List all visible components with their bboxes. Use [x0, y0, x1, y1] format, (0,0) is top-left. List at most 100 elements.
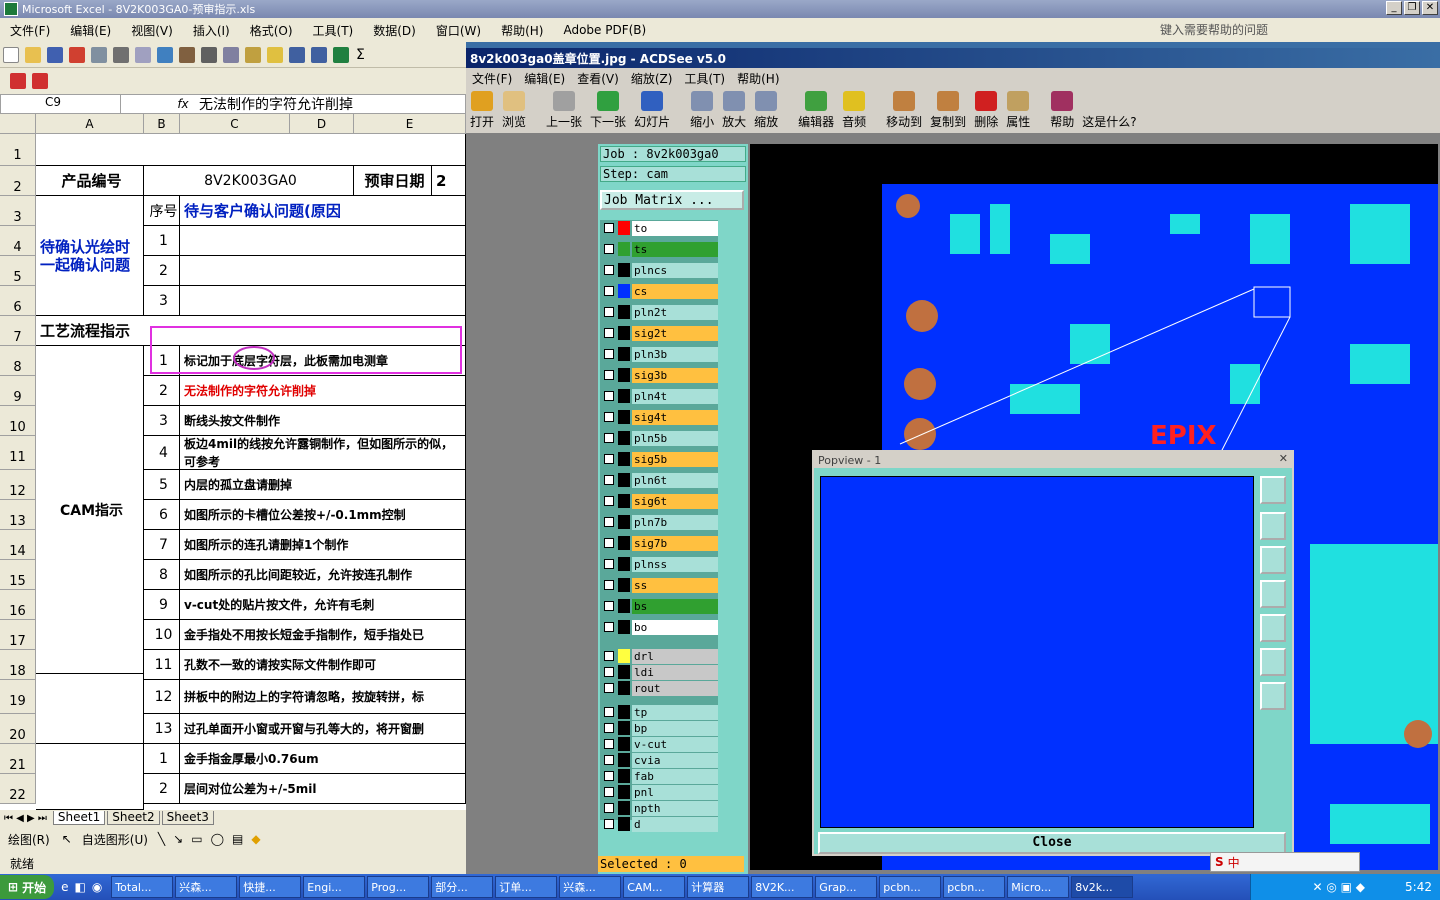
pan-up-icon[interactable] — [1260, 512, 1286, 540]
layer-row[interactable]: pnl — [600, 784, 718, 800]
layer-name[interactable]: d — [632, 816, 718, 832]
layer-name[interactable]: v-cut — [632, 736, 718, 752]
new-icon[interactable] — [3, 46, 19, 63]
formula-input[interactable]: 无法制作的字符允许削掉 — [193, 94, 353, 114]
layer-row[interactable]: sig7b — [600, 535, 718, 551]
layer-name[interactable]: npth — [632, 800, 718, 816]
ime-toolbar[interactable]: S 中 — [1210, 852, 1360, 872]
layer-checkbox[interactable] — [604, 803, 614, 813]
menu-file[interactable]: 文件(F) — [0, 22, 60, 39]
taskbar-item[interactable]: 8v2k... — [1071, 876, 1134, 898]
layer-checkbox[interactable] — [604, 707, 614, 717]
draw-menu-button[interactable]: 绘图(R) — [0, 831, 58, 848]
quicklaunch-media-icon[interactable]: ◉ — [89, 880, 105, 894]
layer-name[interactable]: pln2t — [632, 304, 718, 320]
menu-insert[interactable]: 插入(I) — [183, 22, 240, 39]
layer-name[interactable]: cs — [632, 283, 718, 299]
save-icon[interactable] — [47, 46, 63, 63]
menu-edit[interactable]: 编辑(E) — [60, 22, 121, 39]
zoom-out-icon[interactable] — [1260, 648, 1286, 676]
layer-checkbox[interactable] — [604, 787, 614, 797]
select-pointer-icon[interactable]: ↖ — [58, 832, 76, 846]
zoom-in-icon[interactable] — [1260, 682, 1286, 710]
textbox-icon[interactable]: ▤ — [228, 832, 247, 846]
layer-checkbox[interactable] — [604, 601, 614, 611]
layer-row[interactable]: sig2t — [600, 325, 718, 341]
spelling-icon[interactable] — [157, 46, 173, 63]
taskbar-item[interactable]: Prog... — [367, 876, 430, 898]
layer-row[interactable]: fab — [600, 768, 718, 784]
toolbar-button-0[interactable]: 打开 — [470, 91, 494, 130]
layer-name[interactable]: sig4t — [632, 409, 718, 425]
tray-icons[interactable]: ✕ ◎ ▣ ◆ — [1313, 880, 1366, 894]
toolbar-button-7[interactable]: 缩放 — [754, 91, 778, 130]
layer-name[interactable]: bo — [632, 619, 718, 635]
layer-name[interactable]: plnss — [632, 556, 718, 572]
popview-close-icon[interactable]: ✕ — [1279, 452, 1288, 465]
layer-name[interactable]: rout — [632, 680, 718, 696]
toolbar-button-4[interactable]: 幻灯片 — [634, 91, 670, 130]
taskbar-item[interactable]: pcbn... — [879, 876, 942, 898]
menu-data[interactable]: 数据(D) — [363, 22, 426, 39]
menu-adobe-pdf[interactable]: Adobe PDF(B) — [553, 23, 656, 37]
format-painter-icon[interactable] — [267, 46, 283, 63]
ac-menu-view[interactable]: 查看(V) — [571, 70, 625, 87]
layer-row[interactable]: pln4t — [600, 388, 718, 404]
tab-sheet3[interactable]: Sheet3 — [161, 811, 214, 825]
layer-name[interactable]: sig3b — [632, 367, 718, 383]
layer-name[interactable]: plncs — [632, 262, 718, 278]
layer-checkbox[interactable] — [604, 433, 614, 443]
ac-menu-tools[interactable]: 工具(T) — [678, 70, 731, 87]
pan-right-icon[interactable] — [1260, 614, 1286, 642]
layer-name[interactable]: ts — [632, 241, 718, 257]
layer-name[interactable]: tp — [632, 704, 718, 720]
layer-checkbox[interactable] — [604, 244, 614, 254]
layer-checkbox[interactable] — [604, 538, 614, 548]
layer-row[interactable]: cs — [600, 283, 718, 299]
layer-checkbox[interactable] — [604, 412, 614, 422]
layer-checkbox[interactable] — [604, 819, 614, 829]
layer-row[interactable]: to — [600, 220, 718, 236]
undo-icon[interactable] — [289, 46, 305, 63]
menu-view[interactable]: 视图(V) — [121, 22, 183, 39]
layer-checkbox[interactable] — [604, 739, 614, 749]
layer-row[interactable]: ldi — [600, 664, 718, 680]
layer-checkbox[interactable] — [604, 771, 614, 781]
taskbar-item[interactable]: Micro... — [1007, 876, 1070, 898]
toolbar-button-9[interactable]: 音频 — [842, 91, 866, 130]
layer-checkbox[interactable] — [604, 580, 614, 590]
layer-checkbox[interactable] — [604, 651, 614, 661]
layer-row[interactable]: sig6t — [600, 493, 718, 509]
layer-row[interactable]: npth — [600, 800, 718, 816]
minimize-button[interactable]: _ — [1386, 1, 1402, 15]
worksheet-grid[interactable]: A B C D E 1 2 3 4 5 6 7 8 9 10 11 12 13 14 15 16 17 18 19 2… — [0, 114, 466, 810]
layer-name[interactable]: pln5b — [632, 430, 718, 446]
ac-menu-edit[interactable]: 编辑(E) — [518, 70, 571, 87]
redo-icon[interactable] — [311, 46, 327, 63]
layer-name[interactable]: sig7b — [632, 535, 718, 551]
layer-checkbox[interactable] — [604, 349, 614, 359]
pan-left-icon[interactable] — [1260, 580, 1286, 608]
taskbar-item[interactable]: 部分... — [431, 876, 494, 898]
pdf-convert-icon[interactable] — [10, 73, 26, 89]
toolbar-button-12[interactable]: 删除 — [974, 91, 998, 130]
ac-menu-help[interactable]: 帮助(H) — [731, 70, 785, 87]
toolbar-button-2[interactable]: 上一张 — [546, 91, 582, 130]
name-box[interactable]: C9 — [1, 95, 121, 113]
layer-name[interactable]: pln3b — [632, 346, 718, 362]
layer-name[interactable]: bs — [632, 598, 718, 614]
layer-name[interactable]: sig2t — [632, 325, 718, 341]
layer-checkbox[interactable] — [604, 475, 614, 485]
layer-row[interactable]: ss — [600, 577, 718, 593]
layer-name[interactable]: pln4t — [632, 388, 718, 404]
layer-checkbox[interactable] — [604, 223, 614, 233]
layer-row[interactable]: rout — [600, 680, 718, 696]
layer-name[interactable]: ss — [632, 577, 718, 593]
quicklaunch-desktop-icon[interactable]: ◧ — [71, 880, 88, 894]
taskbar-item[interactable]: CAM... — [623, 876, 686, 898]
layer-checkbox[interactable] — [604, 559, 614, 569]
fill-color-icon[interactable]: ◆ — [247, 832, 264, 846]
email-icon[interactable] — [91, 46, 107, 63]
close-button[interactable]: ✕ — [1422, 1, 1438, 15]
research-icon[interactable] — [179, 46, 195, 63]
